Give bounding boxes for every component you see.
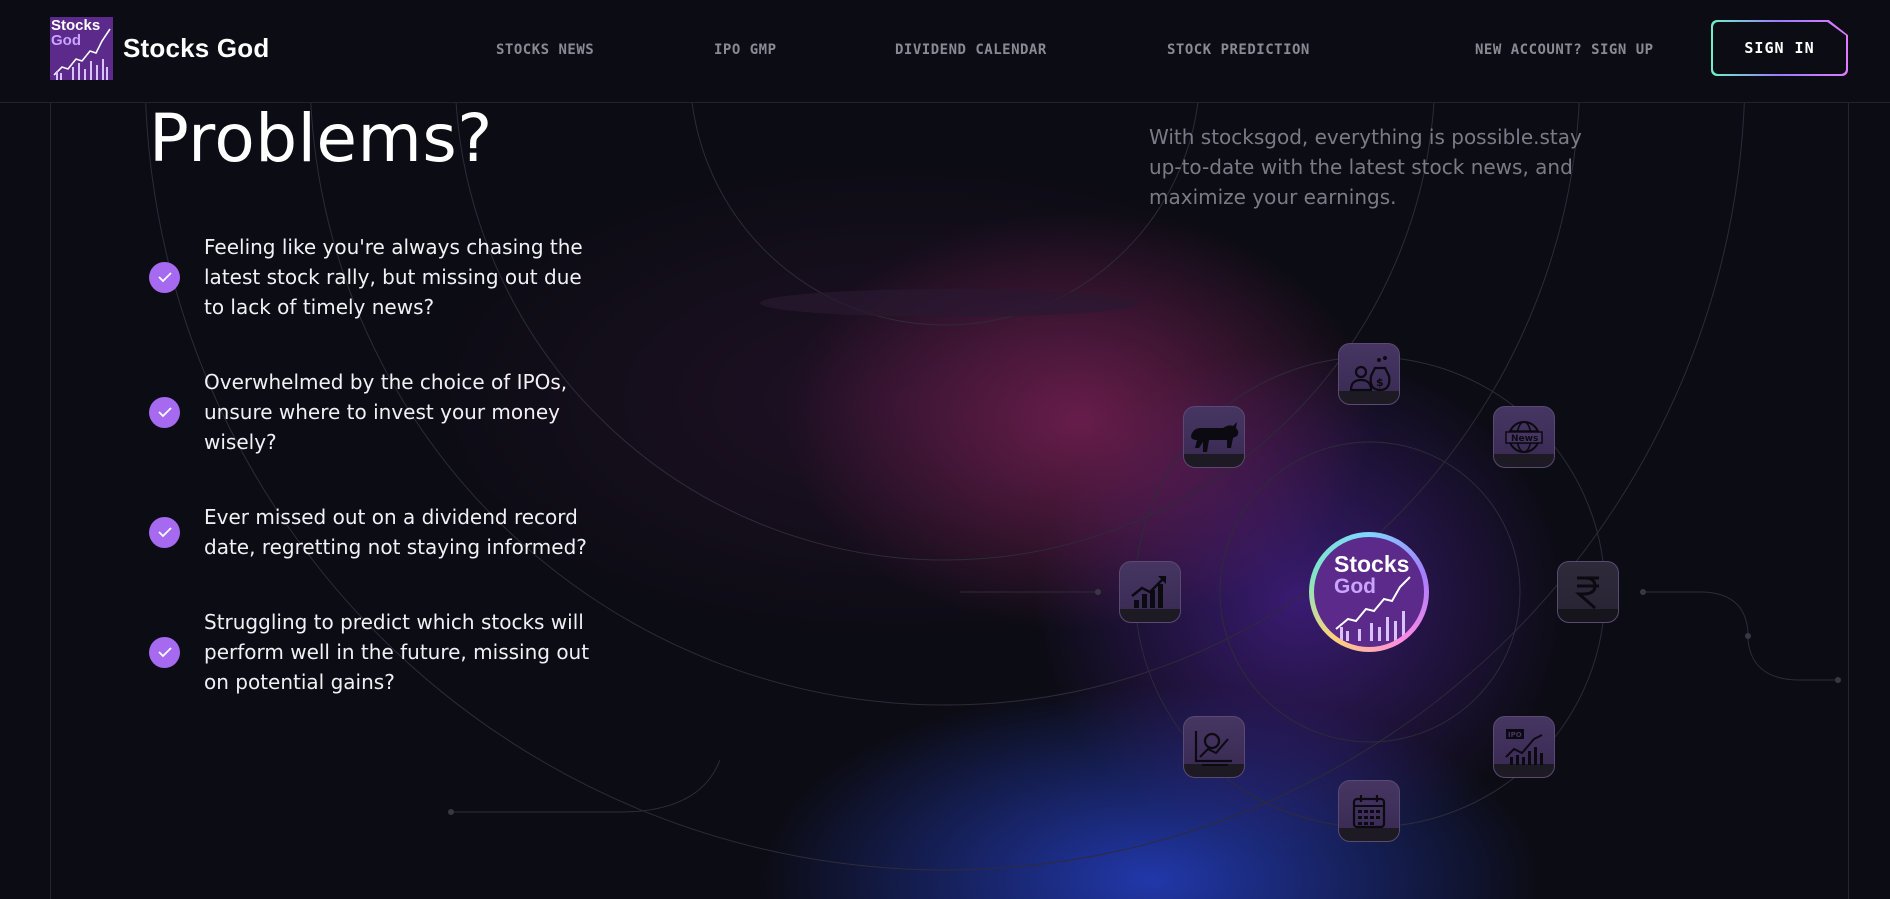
signup-link[interactable]: NEW ACCOUNT? SIGN UP (1475, 42, 1654, 58)
problem-text: Overwhelmed by the choice of IPOs, unsur… (204, 370, 568, 454)
investor-money-icon: $ (1338, 343, 1400, 405)
center-brand-logo: Stocks God (1309, 532, 1429, 652)
signin-button[interactable]: SIGN IN (1713, 22, 1846, 74)
center-chart-icon (1335, 576, 1411, 641)
nav-ipo-gmp[interactable]: IPO GMP (714, 42, 777, 58)
check-icon (149, 261, 180, 293)
brand-logo-image: Stocks God (50, 17, 113, 80)
logo-chart-icon (53, 28, 111, 80)
brand-name: Stocks God (123, 33, 270, 63)
intro-text: With stocksgod, everything is possible.s… (1149, 125, 1582, 209)
brand-logo-link[interactable]: Stocks God Stocks God (50, 17, 269, 80)
problem-item: Overwhelmed by the choice of IPOs, unsur… (149, 367, 599, 457)
svg-text:IPO: IPO (1508, 731, 1522, 739)
problem-text: Ever missed out on a dividend record dat… (204, 505, 587, 559)
bull-icon (1183, 406, 1245, 468)
header: Stocks God Stocks God STOCKS NEWS IPO GM… (0, 0, 1890, 103)
problem-item: Feeling like you're always chasing the l… (149, 232, 599, 322)
frame-line-right (1848, 103, 1849, 899)
problem-item: Ever missed out on a dividend record dat… (149, 502, 599, 562)
nav-stock-prediction[interactable]: STOCK PREDICTION (1167, 42, 1310, 58)
nav-stocks-news[interactable]: STOCKS NEWS (496, 42, 594, 58)
rupee-icon (1557, 561, 1619, 623)
ipo-chart-icon: IPO (1493, 716, 1555, 778)
page-title: Problems? (149, 100, 493, 177)
check-icon (149, 516, 180, 548)
check-icon (149, 396, 180, 428)
news-globe-icon: News (1493, 406, 1555, 468)
growth-chart-icon (1119, 561, 1181, 623)
frame-line-left (50, 103, 51, 899)
nav-dividend-calendar[interactable]: DIVIDEND CALENDAR (895, 42, 1047, 58)
svg-text:$: $ (1376, 376, 1384, 389)
check-icon (149, 636, 180, 668)
problem-text: Struggling to predict which stocks will … (204, 610, 590, 694)
problem-text: Feeling like you're always chasing the l… (204, 235, 583, 319)
analysis-chart-icon (1183, 716, 1245, 778)
svg-text:News: News (1511, 434, 1538, 444)
calendar-icon (1338, 780, 1400, 842)
problem-item: Struggling to predict which stocks will … (149, 607, 599, 697)
